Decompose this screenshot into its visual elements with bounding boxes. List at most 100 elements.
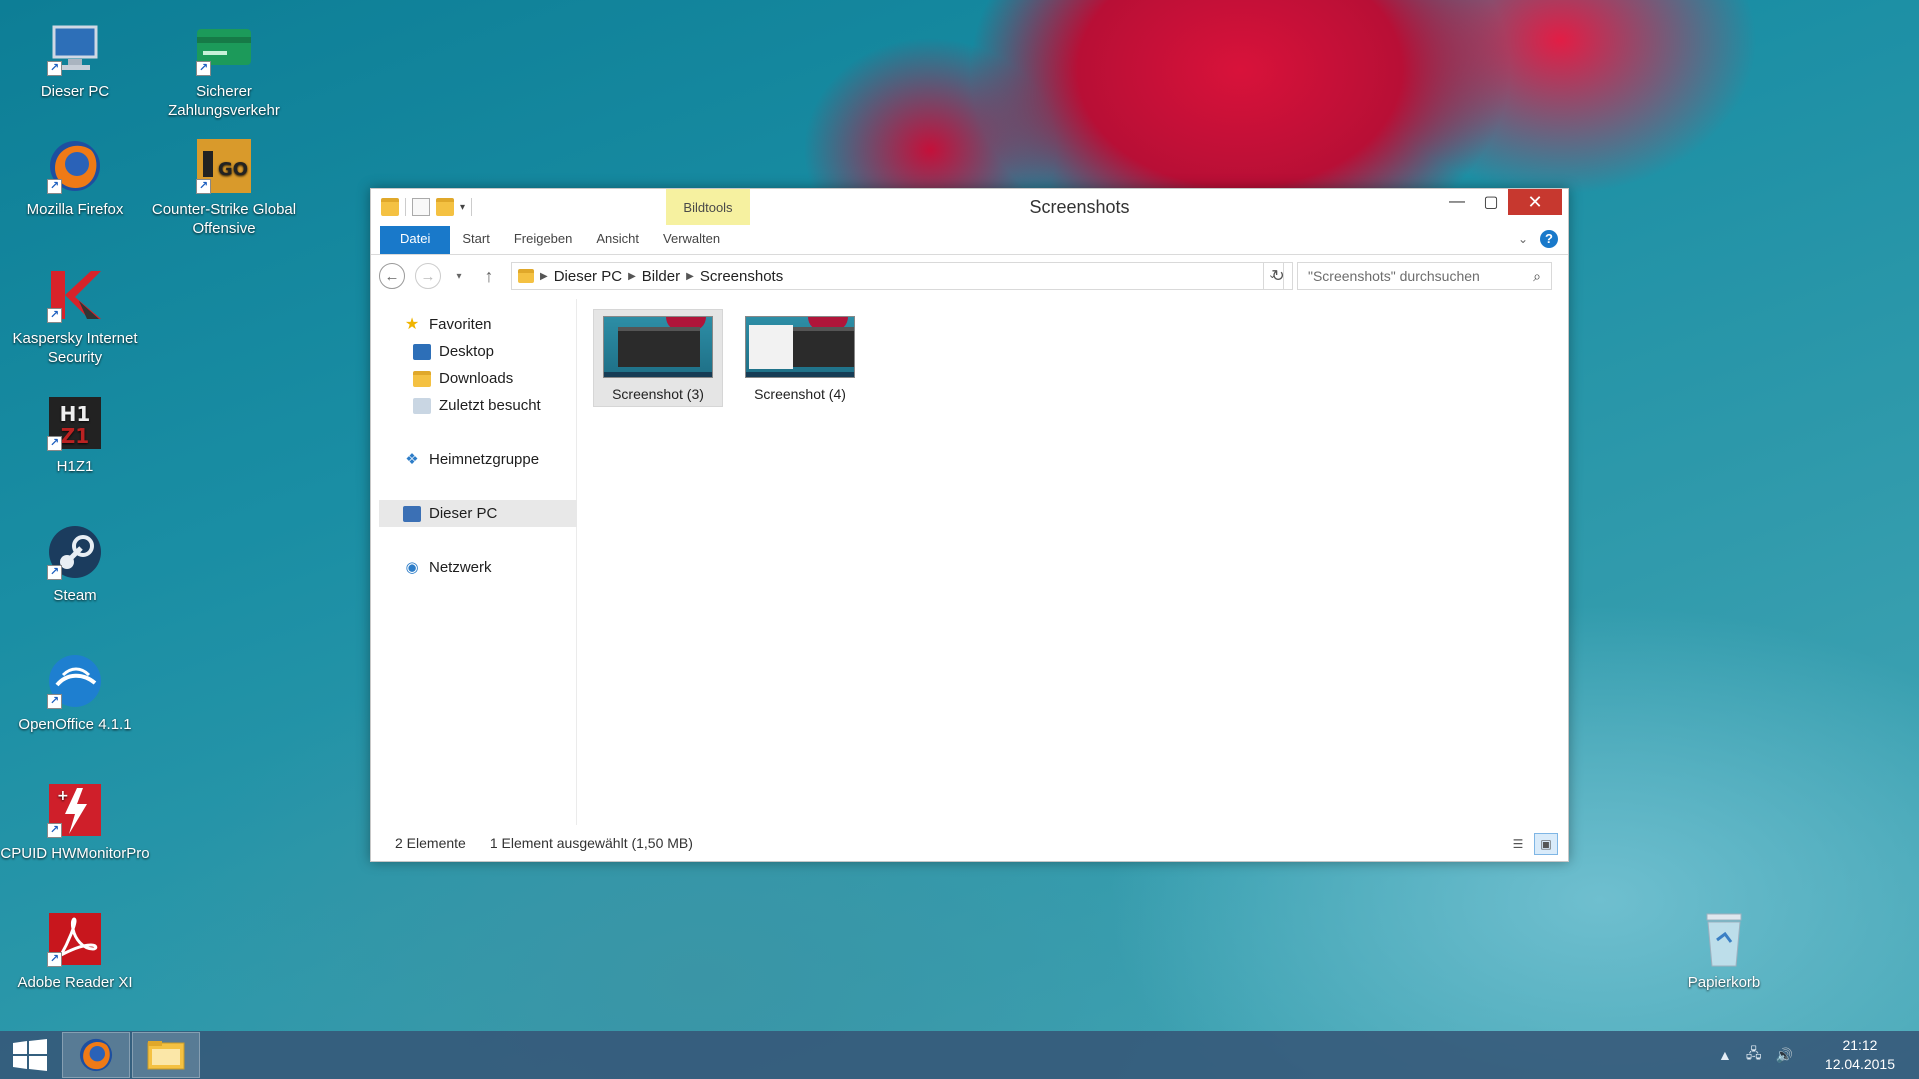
network-icon[interactable]: 🖧 (1746, 1043, 1762, 1067)
tab-view[interactable]: Ansicht (584, 226, 651, 254)
svg-text:GO: GO (218, 159, 248, 180)
back-button[interactable]: ← (379, 263, 405, 289)
window-title: Screenshots (1029, 197, 1130, 217)
desktop-icon-h1z1[interactable]: H1 Z1 ↗ H1Z1 (0, 393, 150, 476)
h1z1-icon: H1 Z1 ↗ (45, 393, 105, 453)
downloads-folder-icon (413, 370, 431, 387)
chevron-right-icon: ▶ (628, 270, 636, 282)
openoffice-icon: ↗ (45, 651, 105, 711)
close-button[interactable]: ✕ (1508, 189, 1562, 215)
homegroup-icon: ❖ (405, 450, 419, 468)
refresh-button[interactable]: ↻ (1263, 262, 1293, 290)
nav-desktop[interactable]: Desktop (371, 338, 576, 365)
file-item[interactable]: Screenshot (4) (735, 309, 865, 407)
desktop-icon-csgo[interactable]: GO ↗ Counter-Strike Global Offensive (149, 136, 299, 238)
main-content: ★ Favoriten Desktop Downloads Zuletzt be… (371, 299, 1568, 825)
nav-label: Zuletzt besucht (439, 397, 541, 414)
desktop-icon-label: Papierkorb (1687, 974, 1761, 991)
selection-info: 1 Element ausgewählt (1,50 MB) (489, 835, 693, 851)
desktop-icon-label: Sicherer Zahlungsverkehr (168, 83, 280, 119)
window-controls: — ▢ ✕ (1440, 189, 1562, 215)
desktop-icon-label: Mozilla Firefox (26, 201, 124, 218)
nav-homegroup[interactable]: ❖ Heimnetzgruppe (371, 446, 576, 473)
nav-network[interactable]: ◉ Netzwerk (371, 554, 576, 581)
tab-home[interactable]: Start (450, 226, 501, 254)
clock[interactable]: 21:12 12.04.2015 (1825, 1036, 1895, 1074)
desktop-icon-this-pc[interactable]: ↗ Dieser PC (0, 18, 150, 101)
tab-manage[interactable]: Verwalten (651, 226, 732, 254)
nav-label: Downloads (439, 370, 514, 387)
computer-icon (403, 505, 421, 522)
details-view-button[interactable]: ☰ (1506, 833, 1530, 855)
expand-ribbon-icon[interactable]: ⌄ (1518, 232, 1528, 246)
forward-button[interactable]: → (415, 263, 441, 289)
adobe-reader-icon: ↗ (45, 909, 105, 969)
taskbar: ▲ 🖧 🔊 21:12 12.04.2015 (0, 1031, 1919, 1079)
help-icon[interactable]: ? (1540, 230, 1558, 248)
item-count: 2 Elemente (395, 835, 466, 851)
nav-downloads[interactable]: Downloads (371, 365, 576, 392)
desktop-icon-label: Counter-Strike Global Offensive (151, 201, 297, 237)
shortcut-arrow-icon: ↗ (47, 952, 62, 967)
status-bar: 2 Elemente 1 Element ausgewählt (1,50 MB… (371, 825, 1568, 861)
desktop-icon-safe-payments[interactable]: ↗ Sicherer Zahlungsverkehr (149, 18, 299, 120)
volume-icon[interactable]: 🔊 (1775, 1047, 1792, 1064)
desktop-icon-label: Kaspersky Internet Security (12, 330, 138, 366)
folder-icon (518, 269, 534, 283)
file-item[interactable]: Screenshot (3) (593, 309, 723, 407)
computer-icon: ↗ (45, 18, 105, 78)
firefox-icon (79, 1038, 113, 1072)
large-icons-view-button[interactable]: ▣ (1534, 833, 1558, 855)
desktop-icon-steam[interactable]: ↗ Steam (0, 522, 150, 605)
firefox-icon: ↗ (45, 136, 105, 196)
desktop-icon-firefox[interactable]: ↗ Mozilla Firefox (0, 136, 150, 219)
desktop-icon-recycle-bin[interactable]: Papierkorb (1649, 909, 1799, 992)
nav-recent[interactable]: Zuletzt besucht (371, 392, 576, 419)
desktop-icon-label: H1Z1 (56, 458, 94, 475)
search-input[interactable]: "Screenshots" durchsuchen ⌕ (1297, 262, 1552, 290)
tab-share[interactable]: Freigeben (502, 226, 585, 254)
taskbar-firefox[interactable] (62, 1032, 130, 1078)
image-thumbnail (745, 316, 855, 378)
start-button[interactable] (0, 1031, 60, 1079)
shortcut-arrow-icon: ↗ (47, 179, 62, 194)
desktop-icon-adobe-reader[interactable]: ↗ Adobe Reader XI (0, 909, 150, 992)
tab-file[interactable]: Datei (380, 226, 451, 254)
breadcrumb-pictures[interactable]: Bilder (636, 268, 686, 285)
address-bar[interactable]: ▶ Dieser PC ▶ Bilder ▶ Screenshots ⌄ (511, 262, 1284, 290)
desktop-icon-kaspersky[interactable]: ↗ Kaspersky Internet Security (0, 265, 150, 367)
recent-places-icon (413, 397, 431, 414)
steam-icon: ↗ (45, 522, 105, 582)
file-list: Screenshot (3) Screenshot (4) (577, 299, 1568, 825)
csgo-icon: GO ↗ (194, 136, 254, 196)
clock-date: 12.04.2015 (1824, 1056, 1895, 1072)
title-bar[interactable]: ▾ Bildtools Screenshots — ▢ ✕ (371, 189, 1568, 225)
desktop-icon-openoffice[interactable]: ↗ OpenOffice 4.1.1 (0, 651, 150, 734)
navigation-pane: ★ Favoriten Desktop Downloads Zuletzt be… (371, 299, 577, 825)
nav-favorites[interactable]: ★ Favoriten (371, 311, 576, 338)
address-row: ← → ▾ ↑ ▶ Dieser PC ▶ Bilder ▶ Screensho… (371, 255, 1568, 297)
clock-time: 21:12 (1842, 1037, 1878, 1053)
chevron-right-icon: ▶ (540, 270, 548, 282)
nav-this-pc[interactable]: Dieser PC (379, 500, 577, 527)
desktop-icon-hwmonitor[interactable]: + ↗ CPUID HWMonitorPro (0, 780, 150, 863)
breadcrumb-this-pc[interactable]: Dieser PC (548, 268, 628, 285)
taskbar-file-explorer[interactable] (132, 1032, 200, 1078)
shortcut-arrow-icon: ↗ (47, 823, 62, 838)
file-explorer-icon (147, 1041, 185, 1070)
minimize-button[interactable]: — (1440, 189, 1474, 215)
credit-card-icon: ↗ (194, 18, 254, 78)
desktop-icon-label: Dieser PC (40, 83, 110, 100)
desktop-icon-label: CPUID HWMonitorPro (0, 845, 150, 862)
desktop-icon (413, 343, 431, 360)
up-button[interactable]: ↑ (475, 262, 503, 290)
shortcut-arrow-icon: ↗ (47, 436, 62, 451)
recent-locations-button[interactable]: ▾ (451, 262, 467, 290)
maximize-button[interactable]: ▢ (1474, 189, 1508, 215)
show-hidden-icons-icon[interactable]: ▲ (1718, 1047, 1732, 1063)
svg-text:+: + (57, 788, 69, 804)
search-icon[interactable]: ⌕ (1533, 268, 1541, 285)
breadcrumb-screenshots[interactable]: Screenshots (694, 268, 789, 285)
hwmonitor-icon: + ↗ (45, 780, 105, 840)
kaspersky-icon: ↗ (45, 265, 105, 325)
